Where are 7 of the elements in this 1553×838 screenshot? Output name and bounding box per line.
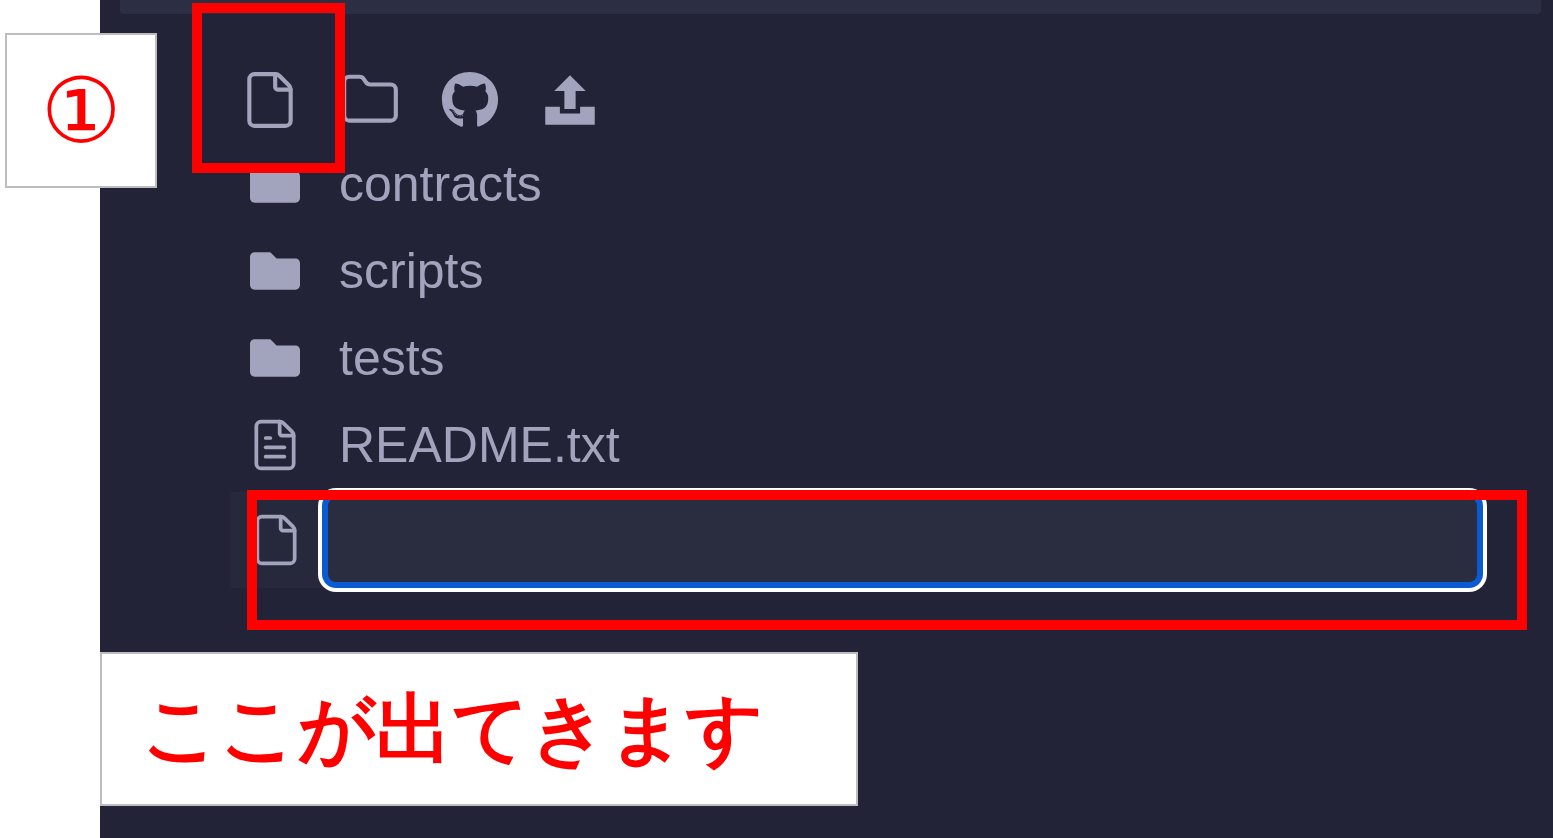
- github-icon: [441, 71, 499, 129]
- tree-item[interactable]: tests: [245, 314, 461, 401]
- tree-item[interactable]: contracts: [245, 140, 558, 227]
- tree-item[interactable]: scripts: [245, 227, 500, 314]
- tree-item[interactable]: README.txt: [245, 401, 636, 488]
- step-badge: ①: [5, 33, 157, 188]
- upload-icon: [543, 73, 597, 127]
